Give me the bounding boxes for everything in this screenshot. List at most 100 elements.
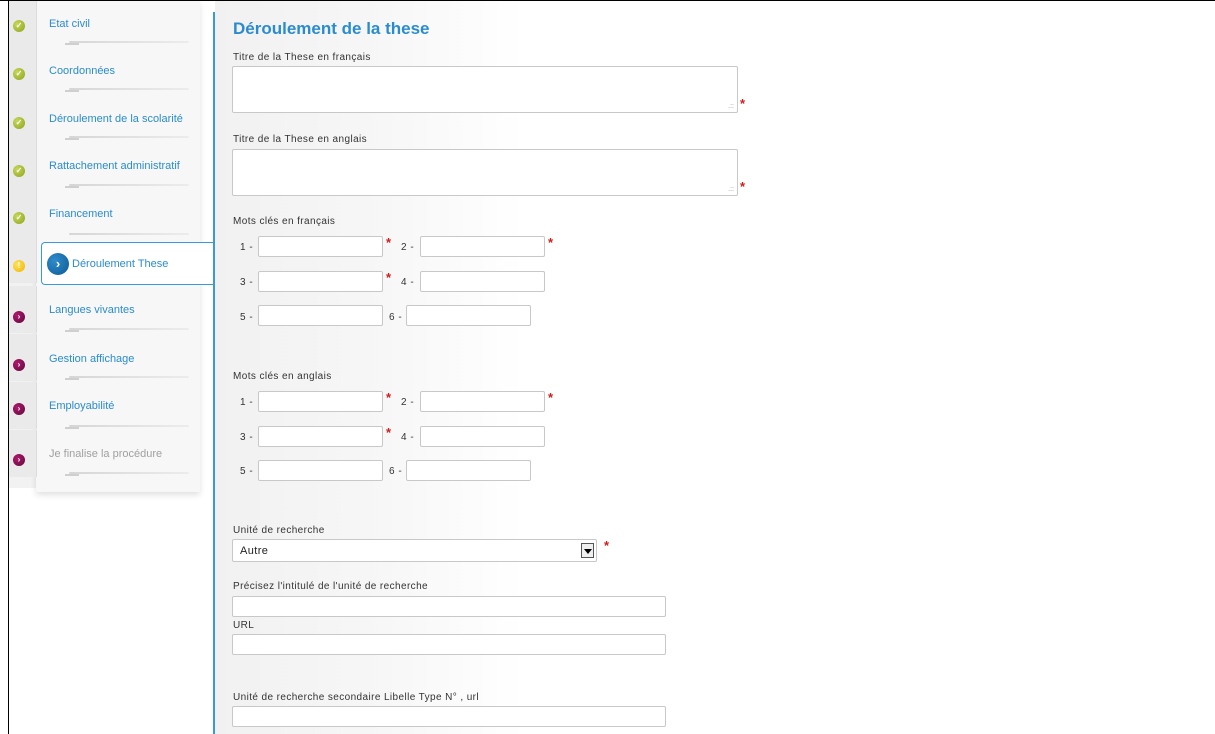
- step-divider-nub: [65, 138, 79, 140]
- sidebar-item-financement[interactable]: ✓ Financement: [9, 189, 200, 236]
- step-divider: [69, 136, 189, 138]
- sidebar-item-label: Rattachement administratif: [49, 160, 180, 172]
- mots-fr-label: Mots clés en français: [233, 216, 336, 227]
- sidebar-item-employabilite[interactable]: › Employabilité: [9, 382, 200, 429]
- chevron-right-icon: ›: [13, 403, 25, 415]
- step-divider: [69, 41, 189, 43]
- sidebar-item-coordonnees[interactable]: ✓ Coordonnées: [9, 48, 200, 95]
- sidebar-item-label: Coordonnées: [49, 65, 116, 77]
- chevron-down-icon[interactable]: [581, 543, 594, 558]
- chevron-right-icon: ›: [47, 253, 69, 275]
- keyword-number: 2 -: [401, 242, 415, 253]
- required-marker: *: [548, 235, 554, 250]
- step-divider-nub: [65, 43, 79, 45]
- resize-grip-icon[interactable]: .::: [728, 103, 734, 110]
- sidebar-item-label: Déroulement de la scolarité: [49, 113, 183, 125]
- chevron-right-icon: ›: [13, 454, 25, 466]
- sidebar-item-label: Financement: [49, 208, 113, 220]
- check-icon: ✓: [13, 68, 25, 80]
- keyword-number: 6 -: [389, 466, 403, 477]
- step-divider-nub: [65, 330, 79, 332]
- keyword-en-4-input[interactable]: [420, 426, 545, 447]
- keyword-fr-6-input[interactable]: [406, 305, 531, 326]
- sidebar-item-gestion-affichage[interactable]: › Gestion affichage: [9, 334, 200, 381]
- keyword-fr-2-input[interactable]: [420, 236, 545, 257]
- step-divider-nub: [65, 186, 79, 188]
- keyword-number: 4 -: [401, 277, 415, 288]
- warning-icon: !: [13, 260, 25, 272]
- precisez-input[interactable]: [232, 596, 666, 617]
- sidebar-item-label-active: Déroulement These: [72, 258, 169, 270]
- required-marker: *: [740, 179, 746, 194]
- keyword-number: 4 -: [401, 432, 415, 443]
- required-marker: *: [548, 390, 554, 405]
- page-title: Déroulement de la these: [233, 19, 430, 38]
- step-divider: [69, 88, 189, 90]
- sidebar-item-deroulement-scolarite[interactable]: ✓ Déroulement de la scolarité: [9, 95, 200, 142]
- keyword-fr-3-input[interactable]: [258, 271, 383, 292]
- titre-fr-textarea[interactable]: .::: [232, 66, 738, 113]
- keyword-fr-4-input[interactable]: [420, 271, 545, 292]
- sidebar-item-label: Gestion affichage: [49, 353, 135, 365]
- titre-en-label: Titre de la These en anglais: [233, 134, 368, 145]
- url-label: URL: [233, 620, 255, 631]
- sidebar-item-etat-civil[interactable]: ✓ Etat civil: [9, 1, 200, 48]
- keyword-number: 3 -: [240, 277, 254, 288]
- keyword-en-5-input[interactable]: [258, 460, 383, 481]
- check-icon: ✓: [13, 165, 25, 177]
- step-rail: [9, 286, 37, 333]
- keyword-en-6-input[interactable]: [406, 460, 531, 481]
- keyword-fr-5-input[interactable]: [258, 305, 383, 326]
- url-input[interactable]: [232, 634, 666, 655]
- precisez-label: Précisez l'intitulé de l'unité de recher…: [233, 581, 429, 592]
- step-divider: [69, 328, 189, 330]
- keyword-number: 1 -: [240, 242, 254, 253]
- sidebar-item-label: Employabilité: [49, 400, 115, 412]
- sidebar-item-label: Je finalise la procédure: [49, 448, 163, 460]
- mots-en-label: Mots clés en anglais: [233, 371, 332, 382]
- step-divider-nub: [65, 90, 79, 92]
- step-divider-nub: [65, 427, 79, 429]
- unite-select[interactable]: Autre: [232, 539, 597, 562]
- titre-en-textarea[interactable]: .::: [232, 149, 738, 196]
- titre-fr-label: Titre de la These en français: [233, 52, 371, 63]
- unite-label: Unité de recherche: [233, 525, 325, 536]
- required-marker: *: [740, 96, 746, 111]
- step-divider: [69, 376, 189, 378]
- keyword-en-2-input[interactable]: [420, 391, 545, 412]
- keyword-number: 6 -: [389, 312, 403, 323]
- step-divider: [69, 472, 189, 474]
- step-divider: [69, 184, 189, 186]
- step-divider: [69, 425, 189, 427]
- check-icon: ✓: [13, 212, 25, 224]
- keyword-number: 2 -: [401, 397, 415, 408]
- sidebar-item-langues[interactable]: › Langues vivantes: [9, 286, 200, 333]
- sidebar-item-label: Langues vivantes: [49, 304, 135, 316]
- keyword-en-1-input[interactable]: [258, 391, 383, 412]
- keyword-fr-1-input[interactable]: [258, 236, 383, 257]
- step-divider: [69, 233, 189, 235]
- required-marker: *: [386, 235, 392, 250]
- keyword-number: 3 -: [240, 432, 254, 443]
- chevron-right-icon: ›: [13, 311, 25, 323]
- required-marker: *: [386, 270, 392, 285]
- required-marker: *: [604, 538, 610, 553]
- step-divider-nub: [65, 474, 79, 476]
- resize-grip-icon[interactable]: .::: [728, 186, 734, 193]
- keyword-number: 1 -: [240, 397, 254, 408]
- sidebar-item-rattachement[interactable]: ✓ Rattachement administratif: [9, 142, 200, 189]
- step-divider-nub: [65, 378, 79, 380]
- keyword-number: 5 -: [240, 466, 254, 477]
- unite-secondaire-label: Unité de recherche secondaire Libelle Ty…: [233, 692, 480, 703]
- unite-select-value: Autre: [240, 545, 269, 557]
- required-marker: *: [386, 425, 392, 440]
- step-rail: [9, 334, 37, 381]
- unite-secondaire-input[interactable]: [232, 706, 666, 727]
- sidebar-item-label: Etat civil: [49, 18, 90, 30]
- required-marker: *: [386, 390, 392, 405]
- check-icon: ✓: [13, 20, 25, 32]
- keyword-en-3-input[interactable]: [258, 426, 383, 447]
- check-icon: ✓: [13, 117, 25, 129]
- keyword-number: 5 -: [240, 312, 254, 323]
- sidebar-item-finalise[interactable]: › Je finalise la procédure: [9, 430, 200, 477]
